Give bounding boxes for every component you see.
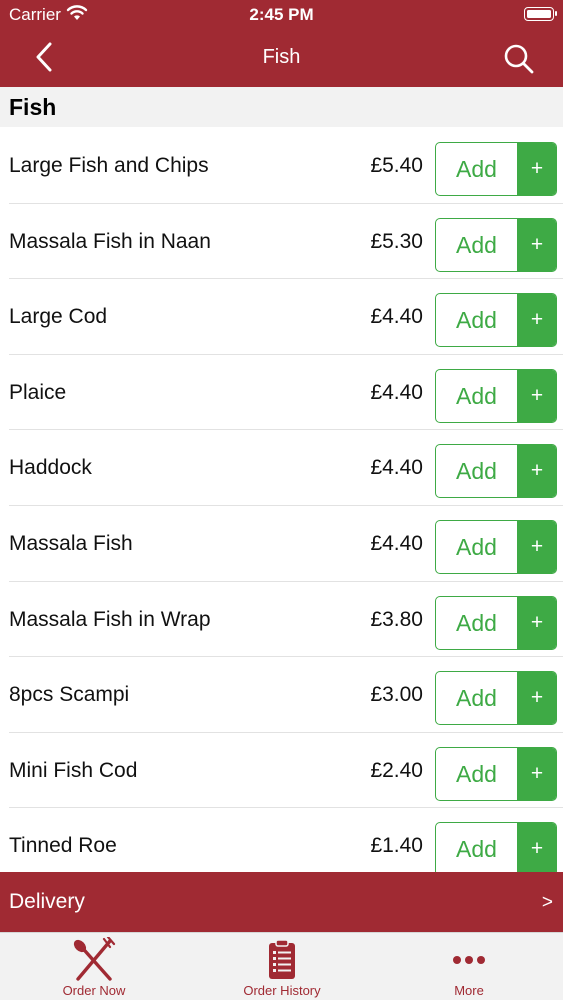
menu-item-row: Massala Fish £4.40 Add + xyxy=(0,506,563,582)
add-to-order-button[interactable]: Add + xyxy=(435,671,557,726)
plus-icon: + xyxy=(517,218,556,271)
menu-item-row: 8pcs Scampi £3.00 Add + xyxy=(0,657,563,733)
tab-more[interactable]: More xyxy=(375,933,563,1000)
page-title: Fish xyxy=(262,46,301,68)
item-name: Massala Fish xyxy=(9,532,133,555)
menu-item-row: Massala Fish in Wrap £3.80 Add + xyxy=(0,582,563,658)
add-to-order-button[interactable]: Add + xyxy=(435,293,557,348)
menu-item-list[interactable]: Large Fish and Chips £5.40 Add + Massala… xyxy=(0,128,563,872)
more-dots-icon xyxy=(453,956,485,964)
delivery-bar[interactable]: Delivery > xyxy=(0,872,563,932)
search-button[interactable] xyxy=(502,42,536,76)
add-label: Add xyxy=(456,458,497,485)
menu-item-row: Large Fish and Chips £5.40 Add + xyxy=(0,128,563,204)
plus-icon: + xyxy=(517,596,556,649)
menu-item-row: Plaice £4.40 Add + xyxy=(0,355,563,431)
tab-order-now[interactable]: Order Now xyxy=(0,933,188,1000)
item-price: £1.40 xyxy=(370,834,423,858)
menu-item-row: Massala Fish in Naan £5.30 Add + xyxy=(0,204,563,280)
chevron-right-icon: > xyxy=(541,892,553,913)
add-to-order-button[interactable]: Add + xyxy=(435,142,557,196)
fork-spoon-icon xyxy=(73,937,116,981)
plus-icon: + xyxy=(517,672,556,725)
menu-item-row: Large Cod £4.40 Add + xyxy=(0,279,563,355)
add-label: Add xyxy=(456,836,497,863)
plus-icon: + xyxy=(517,143,556,195)
item-price: £5.30 xyxy=(370,229,423,253)
add-to-order-button[interactable]: Add + xyxy=(435,520,557,574)
item-price: £5.40 xyxy=(370,154,423,177)
nav-bar: Fish xyxy=(0,30,563,87)
add-to-order-button[interactable]: Add + xyxy=(435,822,557,872)
add-label: Add xyxy=(456,685,497,712)
item-price: £4.40 xyxy=(370,380,423,404)
plus-icon: + xyxy=(517,294,556,347)
add-to-order-button[interactable]: Add + xyxy=(435,595,557,650)
item-name: Massala Fish in Naan xyxy=(9,229,211,253)
tab-label: More xyxy=(454,983,484,998)
plus-icon: + xyxy=(517,521,556,573)
item-price: £3.80 xyxy=(370,607,423,631)
delivery-label: Delivery xyxy=(9,890,85,913)
add-label: Add xyxy=(456,534,497,560)
add-label: Add xyxy=(456,760,497,787)
add-label: Add xyxy=(456,307,497,334)
item-name: Plaice xyxy=(9,380,67,404)
section-header: Fish xyxy=(0,87,563,127)
menu-item-row: Mini Fish Cod £2.40 Add + xyxy=(0,733,563,809)
item-name: 8pcs Scampi xyxy=(9,683,130,707)
clipboard-icon xyxy=(269,939,295,979)
status-time: 2:45 PM xyxy=(249,5,314,24)
item-name: Large Cod xyxy=(9,305,108,329)
plus-icon: + xyxy=(517,369,556,422)
add-label: Add xyxy=(456,382,497,409)
add-to-order-button[interactable]: Add + xyxy=(435,217,557,272)
plus-icon: + xyxy=(517,823,556,872)
header: Carrier 2:45 PM Fish xyxy=(0,0,563,87)
tab-label: Order History xyxy=(243,983,321,998)
item-price: £4.40 xyxy=(370,305,423,329)
item-price: £2.40 xyxy=(370,758,423,782)
add-label: Add xyxy=(456,609,497,636)
battery-icon xyxy=(524,7,557,21)
add-to-order-button[interactable]: Add + xyxy=(435,444,557,499)
section-title: Fish xyxy=(9,94,57,120)
plus-icon: + xyxy=(517,445,556,498)
item-price: £4.40 xyxy=(370,456,423,480)
search-icon xyxy=(504,44,534,74)
item-price: £4.40 xyxy=(370,532,423,555)
status-bar: Carrier 2:45 PM xyxy=(0,0,563,30)
item-name: Mini Fish Cod xyxy=(9,758,138,782)
item-name: Massala Fish in Wrap xyxy=(9,607,211,631)
menu-item-row: Tinned Roe £1.40 Add + xyxy=(0,808,563,872)
add-to-order-button[interactable]: Add + xyxy=(435,746,557,801)
tab-order-history[interactable]: Order History xyxy=(188,933,376,1000)
item-name: Tinned Roe xyxy=(9,834,117,858)
add-to-order-button[interactable]: Add + xyxy=(435,368,557,423)
add-label: Add xyxy=(456,231,497,258)
tab-label: Order Now xyxy=(62,983,126,998)
add-label: Add xyxy=(456,156,497,182)
item-price: £3.00 xyxy=(370,683,423,707)
menu-item-row: Haddock £4.40 Add + xyxy=(0,430,563,506)
item-name: Haddock xyxy=(9,456,92,480)
plus-icon: + xyxy=(517,747,556,800)
item-name: Large Fish and Chips xyxy=(9,154,209,177)
tab-bar: Order Now Order History More xyxy=(0,932,563,1000)
